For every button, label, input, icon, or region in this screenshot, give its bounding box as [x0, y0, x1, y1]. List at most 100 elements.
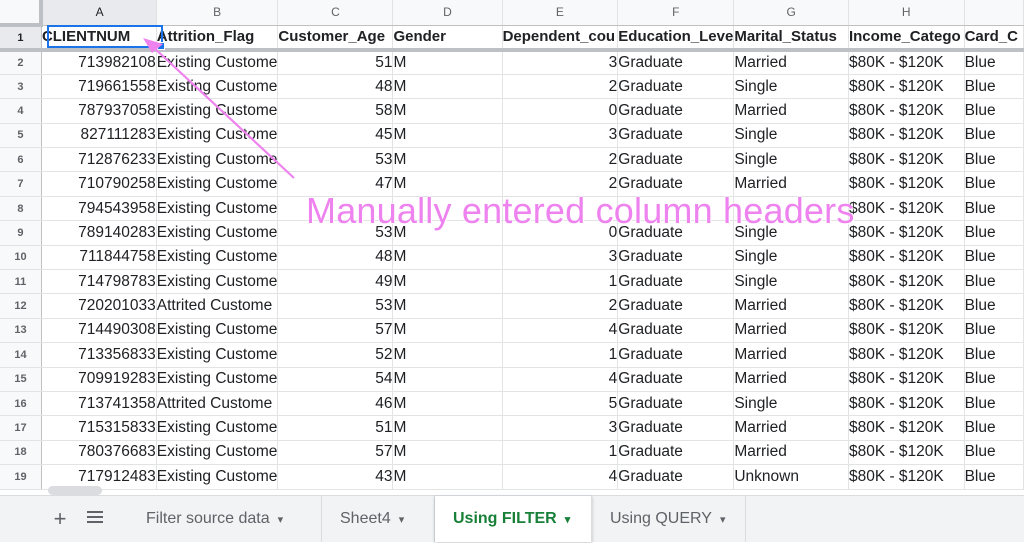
row-header[interactable]: 2: [0, 50, 42, 75]
row-header[interactable]: 7: [0, 171, 42, 197]
data-cell[interactable]: 51: [277, 415, 394, 441]
data-cell[interactable]: Graduate: [617, 342, 735, 368]
data-cell[interactable]: Graduate: [617, 367, 735, 392]
data-cell[interactable]: Single: [733, 147, 849, 173]
data-cell[interactable]: $80K - $120K: [848, 464, 965, 490]
data-cell[interactable]: $80K - $120K: [848, 123, 965, 149]
data-cell[interactable]: 48: [277, 74, 394, 100]
row-header[interactable]: 17: [0, 415, 42, 441]
sheet-tab[interactable]: Using QUERY ▾: [592, 496, 746, 542]
data-cell[interactable]: 787937058: [41, 98, 157, 124]
data-cell[interactable]: 2: [502, 293, 619, 319]
data-cell[interactable]: M: [392, 74, 503, 100]
data-cell[interactable]: 0: [502, 98, 619, 124]
data-cell[interactable]: $80K - $120K: [848, 293, 965, 319]
data-cell[interactable]: Married: [733, 318, 849, 344]
data-cell[interactable]: 719661558: [41, 74, 157, 100]
data-cell[interactable]: M: [392, 123, 503, 149]
add-sheet-button[interactable]: +: [46, 507, 74, 531]
data-cell[interactable]: Existing Custome: [156, 196, 279, 222]
data-cell[interactable]: 57: [277, 318, 394, 344]
data-cell[interactable]: Existing Custome: [156, 220, 279, 246]
data-cell[interactable]: M: [392, 147, 503, 173]
data-cell[interactable]: Existing Custome: [156, 171, 279, 197]
row-header[interactable]: 6: [0, 147, 42, 173]
data-cell[interactable]: 1: [502, 440, 619, 466]
data-cell[interactable]: 3: [502, 123, 619, 149]
data-cell[interactable]: M: [392, 269, 503, 295]
data-cell[interactable]: Blue: [964, 147, 1024, 173]
column-header-A[interactable]: A: [41, 0, 157, 26]
data-cell[interactable]: Existing Custome: [156, 415, 279, 441]
data-cell[interactable]: $80K - $120K: [848, 147, 965, 173]
data-cell[interactable]: Blue: [964, 171, 1024, 197]
data-cell[interactable]: Existing Custome: [156, 50, 279, 75]
row-header[interactable]: 15: [0, 367, 42, 392]
header-cell[interactable]: Gender: [392, 25, 503, 52]
data-cell[interactable]: M: [392, 464, 503, 490]
data-cell[interactable]: Graduate: [617, 74, 735, 100]
data-cell[interactable]: 58: [277, 98, 394, 124]
header-cell[interactable]: Attrition_Flag: [156, 25, 279, 52]
row-header[interactable]: 11: [0, 269, 42, 295]
data-cell[interactable]: Graduate: [617, 245, 735, 271]
column-header-D[interactable]: D: [392, 0, 503, 26]
data-cell[interactable]: Single: [733, 269, 849, 295]
data-cell[interactable]: Graduate: [617, 123, 735, 149]
row-header[interactable]: 5: [0, 123, 42, 149]
header-cell[interactable]: CLIENTNUM: [41, 25, 157, 52]
data-cell[interactable]: M: [392, 415, 503, 441]
data-cell[interactable]: Existing Custome: [156, 123, 279, 149]
data-cell[interactable]: Blue: [964, 269, 1024, 295]
data-cell[interactable]: Married: [733, 342, 849, 368]
row-header[interactable]: 8: [0, 196, 42, 222]
data-cell[interactable]: Blue: [964, 196, 1024, 222]
data-cell[interactable]: Blue: [964, 123, 1024, 149]
data-cell[interactable]: M: [392, 50, 503, 75]
all-sheets-button[interactable]: [87, 511, 103, 525]
data-cell[interactable]: Single: [733, 123, 849, 149]
chevron-down-icon[interactable]: ▾: [565, 514, 571, 526]
data-cell[interactable]: Married: [733, 367, 849, 392]
data-cell[interactable]: M: [392, 440, 503, 466]
data-cell[interactable]: 43: [277, 464, 394, 490]
data-cell[interactable]: Existing Custome: [156, 440, 279, 466]
data-cell[interactable]: 4: [502, 367, 619, 392]
row-header[interactable]: 19: [0, 464, 42, 490]
data-cell[interactable]: Married: [733, 440, 849, 466]
data-cell[interactable]: Existing Custome: [156, 464, 279, 490]
data-cell[interactable]: 714490308: [41, 318, 157, 344]
data-cell[interactable]: Existing Custome: [156, 74, 279, 100]
data-cell[interactable]: Married: [733, 415, 849, 441]
data-cell[interactable]: Blue: [964, 220, 1024, 246]
data-cell[interactable]: $80K - $120K: [848, 98, 965, 124]
row-header[interactable]: 9: [0, 220, 42, 246]
row-header[interactable]: 1: [0, 25, 42, 52]
sheet-tab[interactable]: Using FILTER ▾: [435, 496, 592, 542]
horizontal-scrollbar[interactable]: [48, 486, 102, 495]
data-cell[interactable]: 1: [502, 269, 619, 295]
data-cell[interactable]: 51: [277, 50, 394, 75]
data-cell[interactable]: Graduate: [617, 269, 735, 295]
row-header[interactable]: 3: [0, 74, 42, 100]
data-cell[interactable]: M: [392, 391, 503, 417]
data-cell[interactable]: Graduate: [617, 293, 735, 319]
data-cell[interactable]: M: [392, 98, 503, 124]
data-cell[interactable]: $80K - $120K: [848, 74, 965, 100]
data-cell[interactable]: Graduate: [617, 415, 735, 441]
header-cell[interactable]: Marital_Status: [733, 25, 849, 52]
data-cell[interactable]: Existing Custome: [156, 367, 279, 392]
data-cell[interactable]: Single: [733, 245, 849, 271]
data-cell[interactable]: 789140283: [41, 220, 157, 246]
data-cell[interactable]: 53: [277, 147, 394, 173]
data-cell[interactable]: 712876233: [41, 147, 157, 173]
data-cell[interactable]: M: [392, 245, 503, 271]
data-cell[interactable]: Married: [733, 293, 849, 319]
data-cell[interactable]: 57: [277, 440, 394, 466]
header-cell[interactable]: Education_Leve: [617, 25, 735, 52]
row-header[interactable]: 14: [0, 342, 42, 368]
data-cell[interactable]: 4: [502, 318, 619, 344]
data-cell[interactable]: 827111283: [41, 123, 157, 149]
column-header-B[interactable]: B: [156, 0, 279, 26]
cell-table[interactable]: ABCDEFGH 1 CLIENTNUM Attrition_Flag Custome…: [0, 0, 1024, 490]
